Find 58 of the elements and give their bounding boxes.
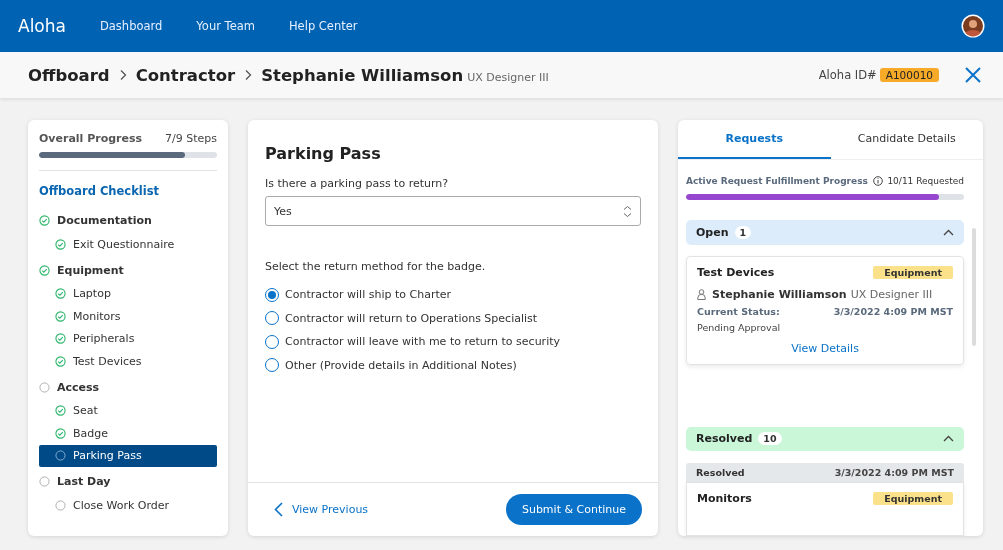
status-label: Current Status: bbox=[697, 305, 780, 317]
nav-link[interactable]: Help Center bbox=[288, 19, 358, 33]
id-label: Aloha ID# bbox=[818, 68, 877, 82]
question-label: Is there a parking pass to return? bbox=[265, 177, 450, 190]
group-label: Resolved bbox=[696, 432, 753, 446]
checklist-section[interactable]: Last Day bbox=[39, 469, 217, 494]
breadcrumb-item[interactable]: Offboard bbox=[28, 65, 110, 85]
category-tag: Equipment bbox=[873, 265, 953, 279]
fulfillment-reading: 10/11 Requested bbox=[887, 176, 964, 186]
tab[interactable]: Requests bbox=[678, 120, 831, 159]
category-tag: Equipment bbox=[873, 492, 953, 505]
job-title: UX Designer III bbox=[467, 70, 549, 84]
checklist-item[interactable]: Test Devices bbox=[39, 350, 217, 373]
count-badge: 1 bbox=[734, 225, 752, 239]
radio-option[interactable]: Contractor will ship to Charter bbox=[265, 283, 641, 307]
checklist-item[interactable]: Seat bbox=[39, 399, 217, 422]
resolved-label: Resolved bbox=[696, 467, 745, 479]
progress-label: Overall Progress bbox=[39, 132, 143, 145]
form-title: Parking Pass bbox=[265, 144, 382, 163]
fulfillment-label: Active Request Fulfillment Progress bbox=[686, 176, 868, 186]
resolved-date: 3/3/2022 4:09 PM MST bbox=[834, 467, 954, 479]
request-title: Monitors bbox=[697, 492, 752, 505]
breadcrumb-item: Stephanie Williamson bbox=[261, 65, 464, 85]
select-field[interactable]: Yes bbox=[265, 196, 641, 226]
checklist-section[interactable]: Documentation bbox=[39, 208, 217, 233]
checklist-item[interactable]: Badge bbox=[39, 422, 217, 445]
previous-link[interactable]: View Previous bbox=[274, 502, 369, 517]
breadcrumb-item[interactable]: Contractor bbox=[135, 65, 236, 85]
checklist-item[interactable]: Exit Questionnaire bbox=[39, 233, 217, 256]
checklist-item[interactable]: Monitors bbox=[39, 305, 217, 328]
submit-button[interactable]: Submit & Continue bbox=[505, 494, 642, 525]
checklist-item[interactable]: Parking Pass bbox=[39, 444, 217, 467]
requester-role: UX Designer III bbox=[850, 287, 933, 301]
count-badge: 10 bbox=[758, 432, 782, 446]
nav-link[interactable]: Your Team bbox=[196, 19, 255, 33]
checklist-item[interactable]: Peripherals bbox=[39, 327, 217, 350]
checklist-section[interactable]: Access bbox=[39, 374, 217, 400]
checklist-item[interactable]: Laptop bbox=[39, 282, 217, 305]
id-badge: A100010 bbox=[879, 68, 939, 82]
tab[interactable]: Candidate Details bbox=[830, 120, 983, 159]
group-label: Open bbox=[696, 225, 729, 239]
radio-option[interactable]: Contractor will return to Operations Specialist bbox=[265, 306, 641, 330]
radio-option[interactable]: Other (Provide details in Additional Notes) bbox=[265, 353, 641, 377]
requester-name: Stephanie Williamson bbox=[712, 287, 847, 301]
method-label: Select the return method for the badge. bbox=[265, 260, 487, 273]
status-value: Pending Approval bbox=[697, 321, 782, 333]
checklist-title: Offboard Checklist bbox=[39, 184, 160, 198]
view-details-link[interactable]: View Details bbox=[791, 341, 859, 355]
nav-link[interactable]: Dashboard bbox=[99, 19, 163, 33]
request-title: Test Devices bbox=[697, 265, 775, 279]
checklist-section[interactable]: Equipment bbox=[39, 257, 217, 283]
checklist-item[interactable]: Close Work Order bbox=[39, 494, 217, 517]
progress-reading: 7/9 Steps bbox=[165, 132, 217, 145]
app-logo[interactable]: Aloha bbox=[18, 16, 66, 36]
group-header[interactable]: Resolved 10 bbox=[686, 426, 964, 452]
status-date: 3/3/2022 4:09 PM MST bbox=[833, 305, 953, 317]
group-header[interactable]: Open 1 bbox=[686, 219, 964, 245]
radio-option[interactable]: Contractor will leave with me to return to security bbox=[265, 330, 641, 354]
